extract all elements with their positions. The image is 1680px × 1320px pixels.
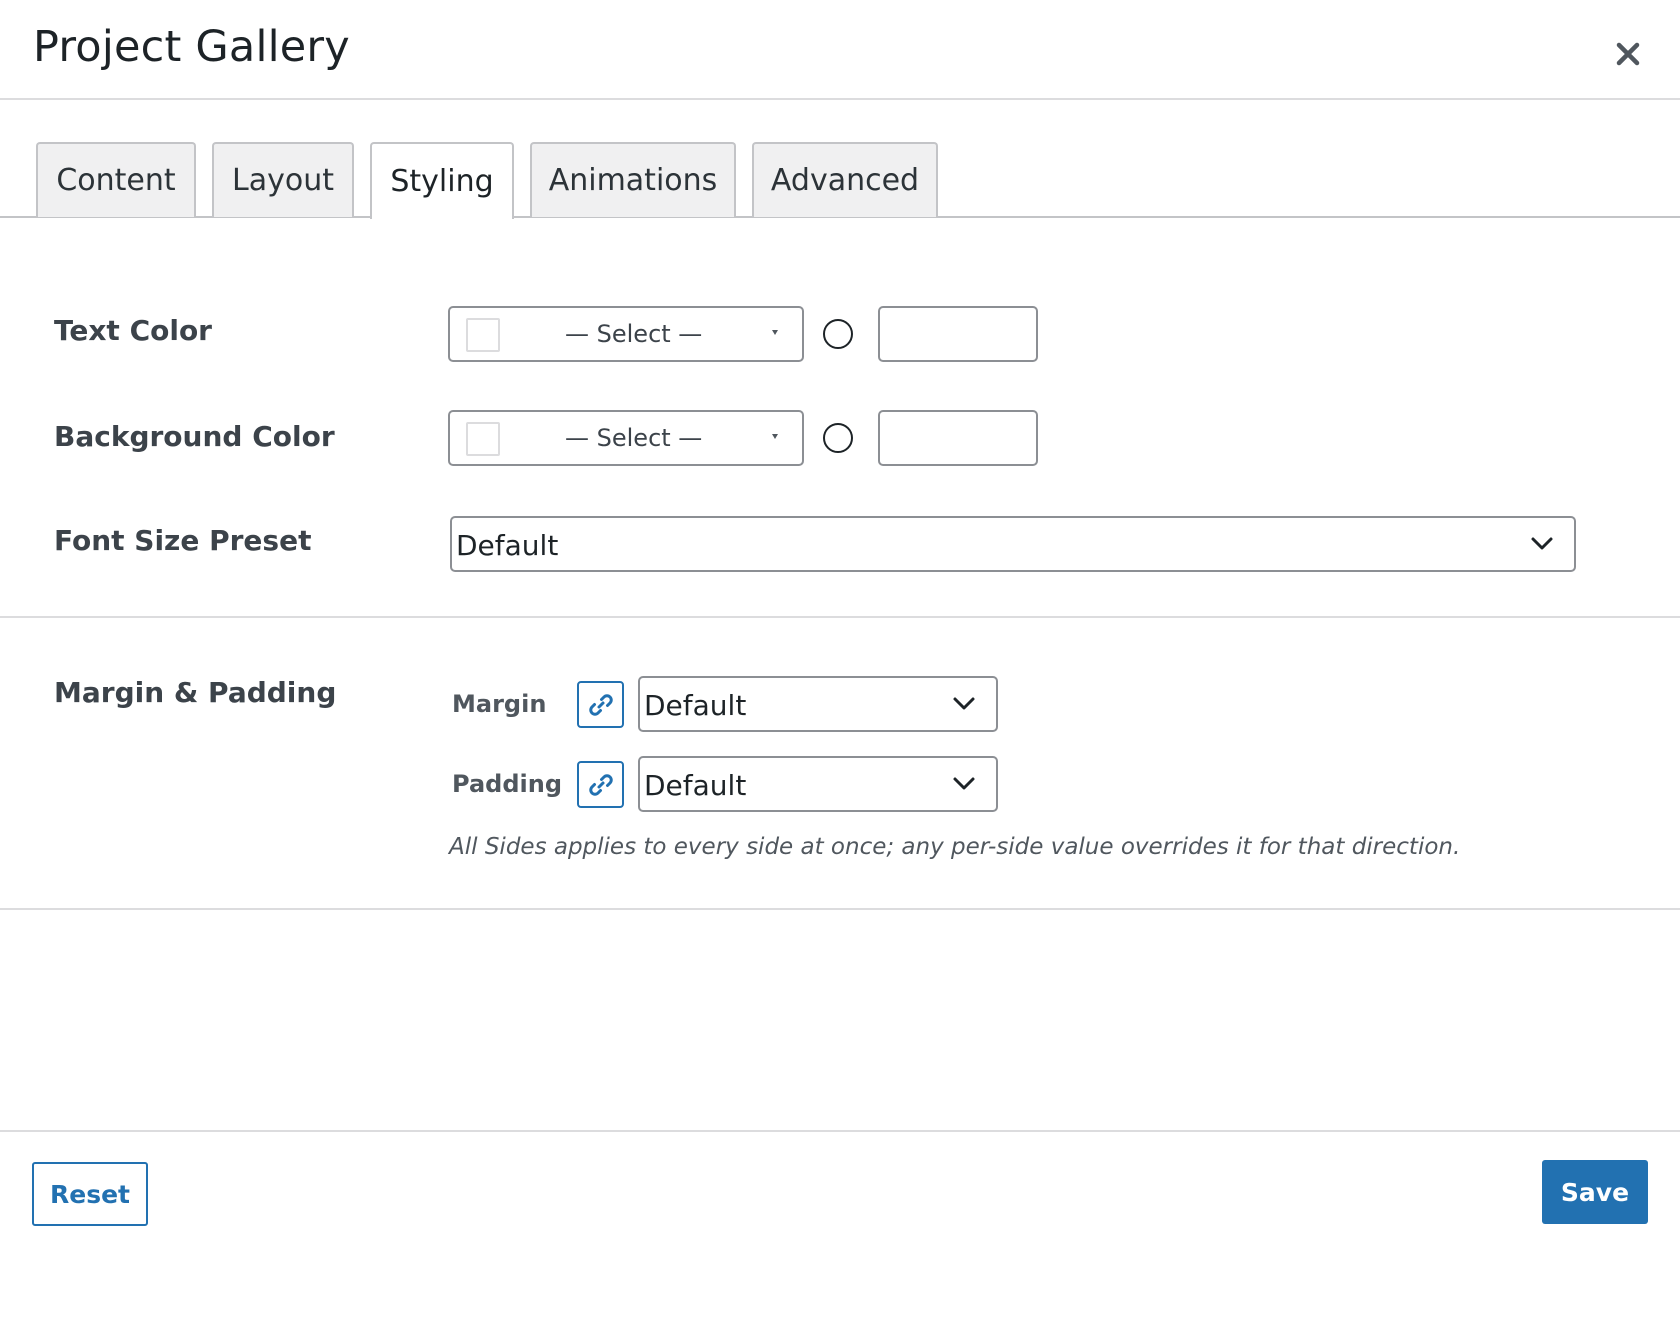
link-icon: [588, 693, 613, 716]
section-divider: [0, 908, 1680, 910]
font-size-preset-label: Font Size Preset: [54, 524, 312, 557]
text-color-select[interactable]: — Select —: [448, 306, 804, 362]
tab-label: Layout: [232, 163, 334, 198]
select-value: Default: [456, 529, 559, 562]
tab-layout[interactable]: Layout: [212, 142, 354, 217]
text-color-radio[interactable]: [823, 319, 853, 349]
font-size-preset-select[interactable]: Default: [450, 516, 1576, 572]
footer-divider: [0, 1130, 1680, 1132]
color-swatch: [466, 422, 500, 456]
background-color-hex-input[interactable]: [878, 410, 1038, 466]
background-color-radio[interactable]: [823, 423, 853, 453]
background-color-select[interactable]: — Select —: [448, 410, 804, 466]
tab-label: Content: [56, 163, 176, 198]
margin-select[interactable]: Default: [638, 676, 998, 732]
modal-header: Project Gallery: [0, 0, 1680, 100]
section-divider: [0, 616, 1680, 618]
tab-animations[interactable]: Animations: [530, 142, 736, 217]
chevron-down-icon: [953, 697, 975, 710]
text-color-label: Text Color: [54, 314, 212, 347]
color-select-text: — Select —: [565, 320, 703, 348]
select-value: Default: [644, 769, 747, 802]
padding-select[interactable]: Default: [638, 756, 998, 812]
close-icon: [1616, 42, 1640, 66]
tab-advanced[interactable]: Advanced: [752, 142, 938, 217]
chevron-down-icon: [953, 777, 975, 790]
tab-styling[interactable]: Styling: [370, 142, 514, 219]
spacing-help-text: All Sides applies to every side at once;…: [449, 834, 1461, 860]
color-select-text: — Select —: [565, 424, 703, 452]
tab-label: Styling: [390, 164, 494, 199]
padding-label: Padding: [452, 770, 562, 798]
padding-link-button[interactable]: [577, 761, 624, 808]
text-color-hex-input[interactable]: [878, 306, 1038, 362]
tab-content[interactable]: Content: [36, 142, 196, 217]
modal-title: Project Gallery: [33, 22, 350, 72]
margin-label: Margin: [452, 690, 547, 718]
background-color-label: Background Color: [54, 420, 335, 453]
margin-link-button[interactable]: [577, 681, 624, 728]
save-button[interactable]: Save: [1542, 1160, 1648, 1224]
caret-down-icon: [772, 330, 778, 335]
tab-label: Advanced: [770, 163, 920, 198]
reset-button[interactable]: Reset: [32, 1162, 148, 1226]
color-swatch: [466, 318, 500, 352]
close-button[interactable]: [1608, 34, 1648, 74]
margin-padding-label: Margin & Padding: [54, 676, 337, 709]
link-icon: [588, 773, 613, 796]
select-value: Default: [644, 689, 747, 722]
chevron-down-icon: [1531, 537, 1553, 550]
caret-down-icon: [772, 434, 778, 439]
tab-label: Animations: [548, 163, 718, 198]
